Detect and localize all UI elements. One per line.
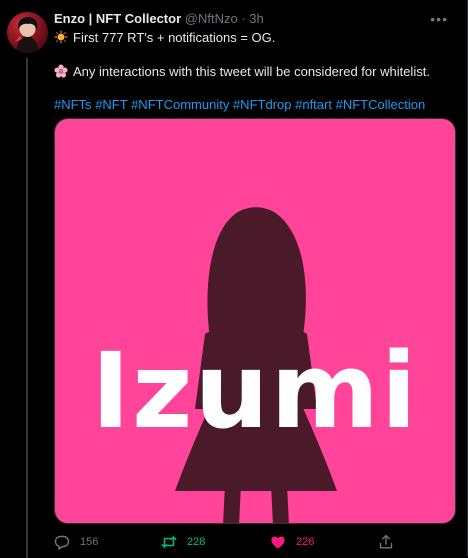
tweet-content: Enzo | NFT Collector @NftNzo · 3h First … xyxy=(54,11,454,113)
hashtag-link[interactable]: #NFTCollection xyxy=(336,97,426,112)
tweet-text-line-1: First 777 RT's + notifications = OG. xyxy=(54,29,454,46)
retweet-count: 228 xyxy=(187,536,206,548)
hashtag-link[interactable]: #NFT xyxy=(95,97,127,112)
reply-button[interactable]: 156 xyxy=(54,532,98,552)
hashtag-link[interactable]: #nftart xyxy=(295,97,332,112)
tweet-line-2-text: Any interactions with this tweet will be… xyxy=(73,64,430,79)
like-count: 226 xyxy=(296,536,315,548)
tweet-line-1-text: First 777 RT's + notifications = OG. xyxy=(73,30,276,45)
tweet-actions: 156 228 226 xyxy=(54,532,454,552)
timestamp[interactable]: 3h xyxy=(249,11,263,26)
hashtag-link[interactable]: #NFTs xyxy=(54,97,92,112)
separator-dot: · xyxy=(241,11,246,26)
tweet-media[interactable]: Izumi xyxy=(54,118,456,524)
heart-icon xyxy=(271,536,285,549)
tweet-text-line-2: Any interactions with this tweet will be… xyxy=(54,63,454,80)
retweet-button[interactable]: 228 xyxy=(161,532,205,552)
sun-emoji-icon xyxy=(54,30,68,44)
character-silhouette xyxy=(175,207,337,523)
display-name[interactable]: Enzo | NFT Collector xyxy=(54,11,181,26)
blossom-emoji-icon xyxy=(54,64,68,78)
hashtag-link[interactable]: #NFTCommunity xyxy=(131,97,229,112)
hashtag-list: #NFTs #NFT #NFTCommunity #NFTdrop #nftar… xyxy=(54,96,454,113)
media-title: Izumi xyxy=(91,330,419,452)
retweet-icon xyxy=(161,536,177,548)
share-button[interactable] xyxy=(378,532,404,552)
reply-count: 156 xyxy=(80,536,99,548)
user-handle[interactable]: @NftNzo xyxy=(185,11,238,26)
avatar[interactable] xyxy=(7,12,48,53)
like-button[interactable]: 226 xyxy=(270,532,314,552)
tweet-header: Enzo | NFT Collector @NftNzo · 3h xyxy=(54,11,454,27)
avatar-image xyxy=(15,17,39,53)
hashtag-link[interactable]: #NFTdrop xyxy=(233,97,292,112)
reply-icon xyxy=(54,535,70,550)
tweet[interactable]: ••• Enzo | NFT Collector @NftNzo · 3h Fi… xyxy=(0,0,468,558)
share-icon xyxy=(379,534,393,549)
thread-line xyxy=(26,58,28,558)
